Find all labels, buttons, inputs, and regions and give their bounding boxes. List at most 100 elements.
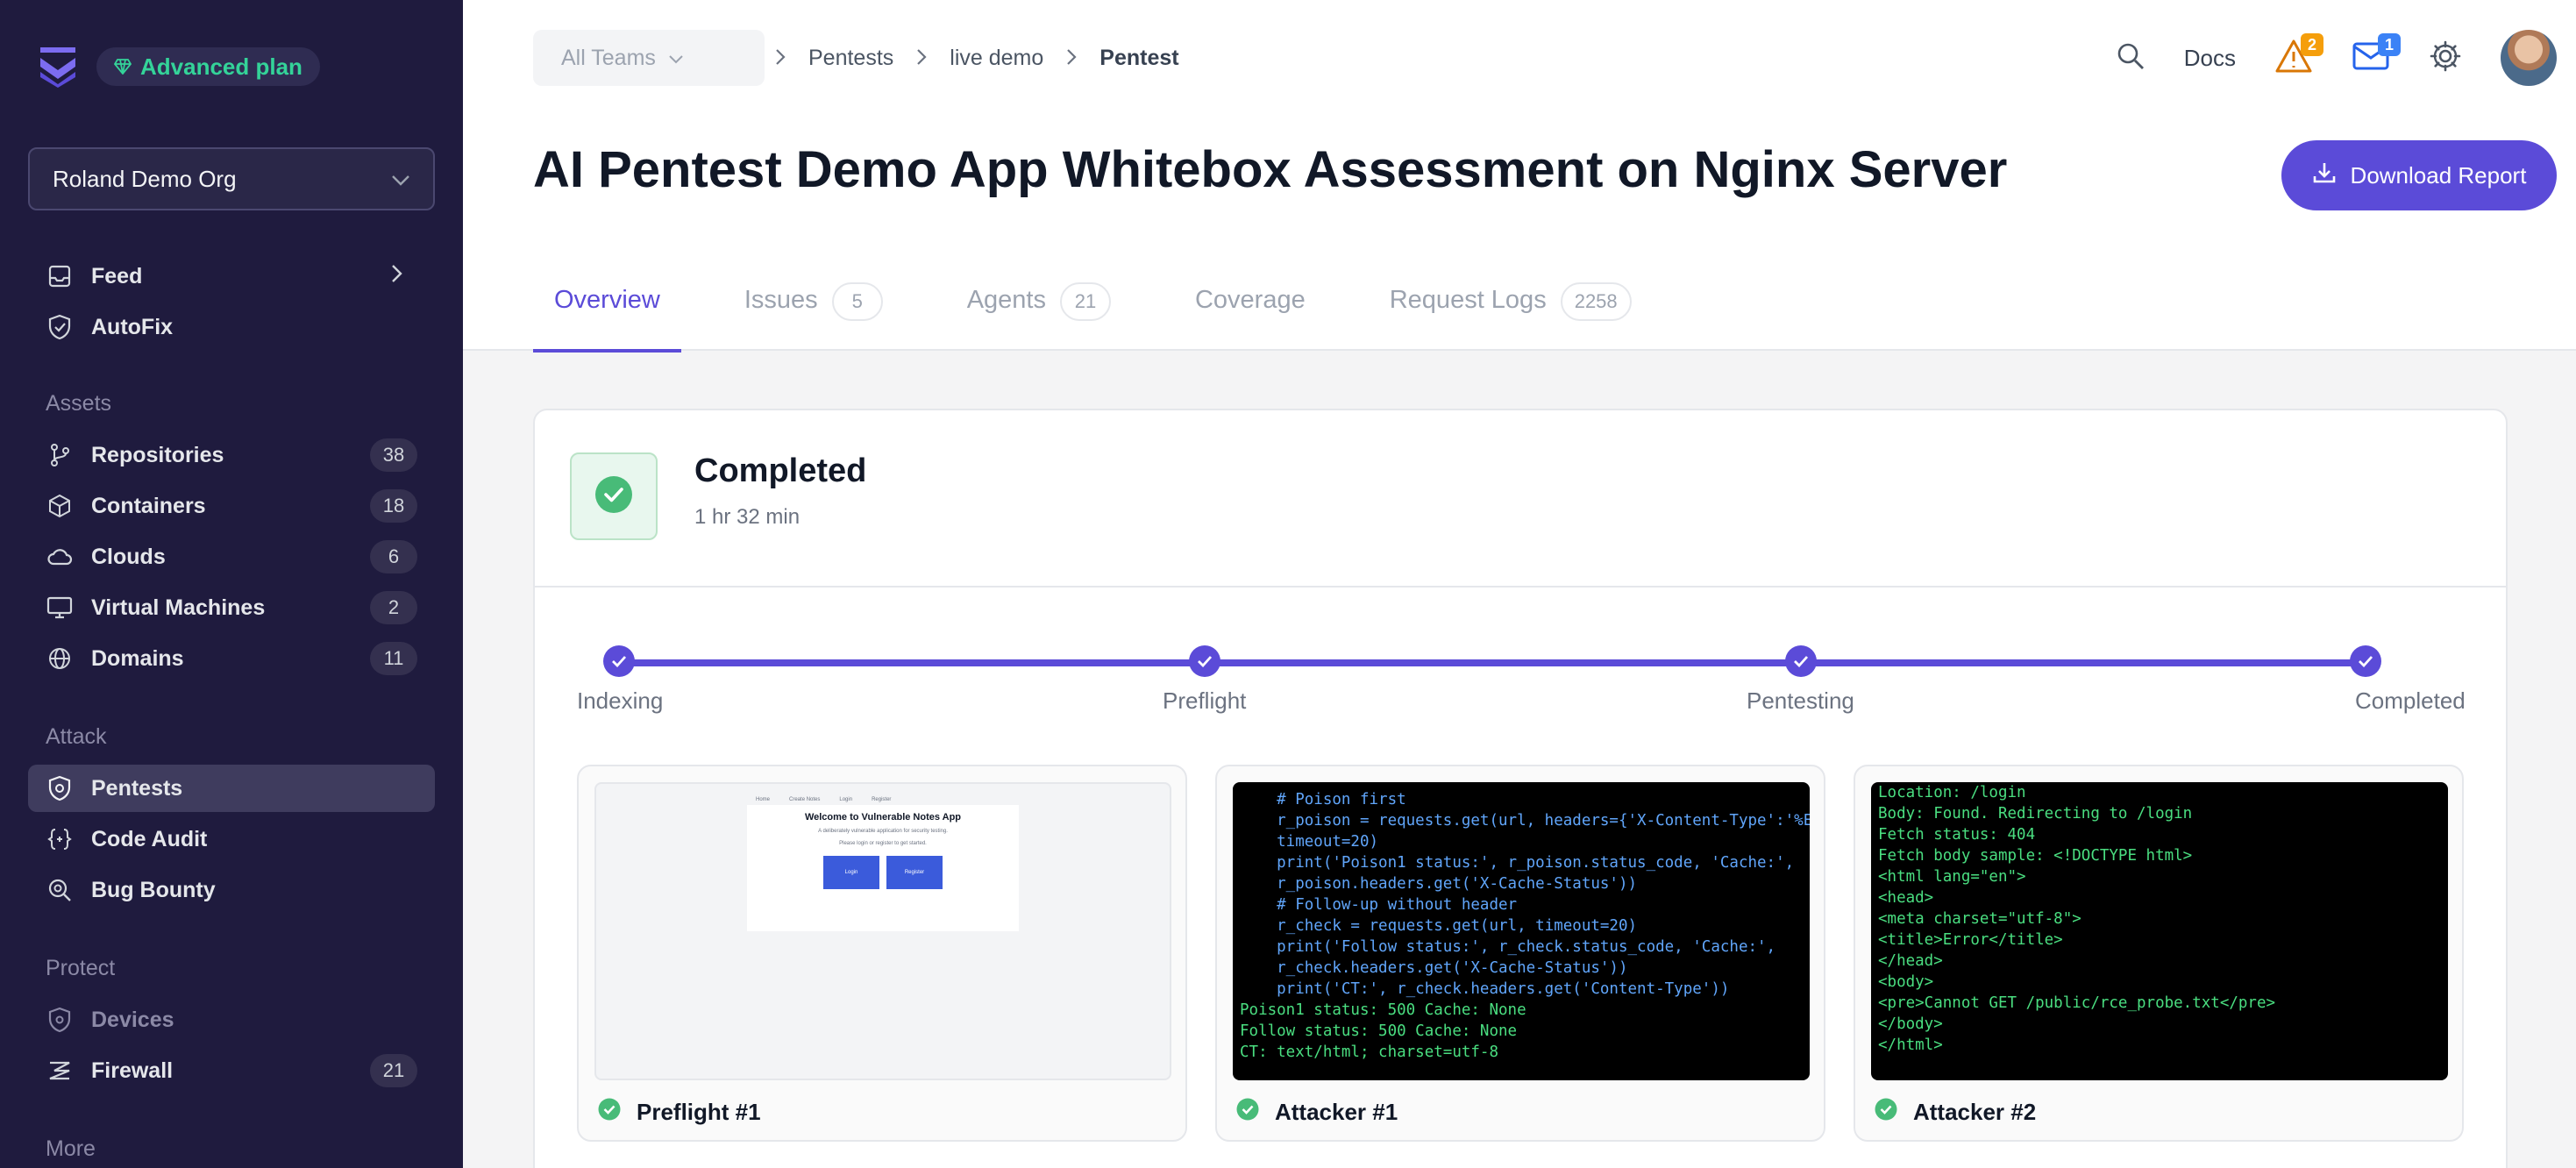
step-label-indexing: Indexing	[577, 687, 664, 714]
sidebar-item-devices[interactable]: Devices	[28, 996, 435, 1043]
preview-nav-item: Home	[756, 797, 771, 802]
messages-count-badge: 1	[2378, 33, 2401, 56]
tab-request-logs[interactable]: Request Logs 2258	[1369, 263, 1653, 351]
sidebar-item-label: Domains	[91, 645, 184, 671]
sidebar-item-containers[interactable]: Containers 18	[28, 482, 435, 530]
box-icon	[46, 492, 74, 520]
terminal-output: # Poison first r_poison = requests.get(u…	[1233, 782, 1810, 1080]
terminal-line: <meta charset="utf-8">	[1878, 910, 2081, 928]
terminal-output: Location: /login Body: Found. Redirecting…	[1871, 782, 2448, 1080]
monitor-icon	[46, 594, 74, 622]
chevron-down-icon	[391, 166, 410, 193]
sidebar: Advanced plan Roland Demo Org Feed AutoF…	[0, 0, 463, 1168]
sidebar-item-clouds[interactable]: Clouds 6	[28, 533, 435, 580]
search-icon[interactable]	[2116, 41, 2145, 75]
cloud-icon	[46, 543, 74, 571]
terminal-line: Location: /login	[1878, 784, 2026, 801]
tab-coverage[interactable]: Coverage	[1174, 263, 1327, 351]
globe-icon	[46, 645, 74, 673]
messages-button[interactable]: 1	[2352, 33, 2401, 77]
terminal-line: # Follow-up without header	[1240, 896, 1518, 914]
org-select[interactable]: Roland Demo Org	[28, 147, 435, 210]
count-badge: 18	[370, 489, 417, 523]
shield-target-icon	[46, 774, 74, 802]
step-dot-preflight	[1189, 645, 1220, 677]
sidebar-item-label: Code Audit	[91, 826, 208, 851]
download-icon	[2312, 160, 2337, 191]
preview-login-button: Login	[823, 856, 879, 889]
step-dot-pentesting	[1785, 645, 1817, 677]
screenshot-label: Attacker #2	[1875, 1098, 2036, 1127]
preview-title: Welcome to Vulnerable Notes App	[804, 812, 962, 823]
preview-nav-item: Create Notes	[789, 797, 821, 802]
shield-check-icon	[46, 313, 74, 341]
sidebar-item-label: Pentests	[91, 775, 183, 801]
chevron-right-icon	[1066, 44, 1077, 72]
terminal-line: <head>	[1878, 889, 1934, 907]
step-label-pentesting: Pentesting	[1747, 687, 1854, 714]
pentest-status-card: Completed 1 hr 32 min Indexing Preflight…	[533, 409, 2508, 1168]
team-select[interactable]: All Teams	[533, 30, 765, 86]
screenshot-card[interactable]: Location: /login Body: Found. Redirecting…	[1854, 765, 2464, 1142]
brand-logo-icon[interactable]	[39, 46, 77, 88]
docs-link[interactable]: Docs	[2184, 45, 2236, 72]
sidebar-item-autofix[interactable]: AutoFix	[28, 303, 435, 351]
download-report-label: Download Report	[2350, 161, 2527, 189]
screenshot-card[interactable]: Home Create Notes Login Register Welcome…	[577, 765, 1187, 1142]
sidebar-item-domains[interactable]: Domains 11	[28, 635, 435, 682]
screenshot-label: Attacker #1	[1236, 1098, 1398, 1127]
sidebar-item-pentests[interactable]: Pentests	[28, 765, 435, 812]
gear-icon[interactable]	[2429, 39, 2462, 77]
count-badge: 2	[370, 591, 417, 624]
terminal-line: </html>	[1878, 1036, 1943, 1054]
tab-issues[interactable]: Issues 5	[723, 263, 904, 351]
inbox-icon	[46, 262, 74, 290]
tab-count-badge: 5	[831, 282, 883, 321]
sidebar-item-bug-bounty[interactable]: Bug Bounty	[28, 866, 435, 914]
chevron-right-icon	[916, 44, 927, 72]
page-title: AI Pentest Demo App Whitebox Assessment …	[533, 141, 2008, 198]
sidebar-item-firewall[interactable]: Firewall 21	[28, 1047, 435, 1094]
chevron-right-icon	[775, 44, 786, 72]
count-badge: 11	[370, 642, 417, 675]
sidebar-item-code-audit[interactable]: Code Audit	[28, 815, 435, 863]
terminal-line: <title>Error</title>	[1878, 931, 2063, 949]
divider	[535, 586, 2506, 588]
sidebar-item-label: Clouds	[91, 544, 166, 569]
sidebar-item-label: AutoFix	[91, 314, 174, 339]
breadcrumb-item-live-demo[interactable]: live demo	[950, 46, 1043, 71]
download-report-button[interactable]: Download Report	[2281, 140, 2557, 210]
chevron-right-icon	[391, 264, 403, 289]
terminal-line: Poison1 status: 500 Cache: None	[1240, 1001, 1526, 1019]
tab-label: Coverage	[1194, 286, 1306, 314]
sidebar-item-feed[interactable]: Feed	[28, 253, 435, 300]
sidebar-header: Advanced plan	[39, 44, 320, 89]
breadcrumb-item-pentests[interactable]: Pentests	[808, 46, 893, 71]
step-dot-indexing	[603, 645, 635, 677]
screenshot-title: Attacker #1	[1275, 1099, 1398, 1125]
sidebar-item-repositories[interactable]: Repositories 38	[28, 431, 435, 479]
tab-label: Issues	[744, 286, 818, 314]
section-label-protect: Protect	[46, 956, 116, 980]
status-duration: 1 hr 32 min	[694, 505, 801, 529]
top-actions: Docs 2 1	[2116, 28, 2557, 88]
terminal-line: r_poison.headers.get('X-Cache-Status'))	[1240, 875, 1638, 893]
sidebar-item-virtual-machines[interactable]: Virtual Machines 2	[28, 584, 435, 631]
check-circle-icon	[1236, 1098, 1259, 1127]
screenshot-card[interactable]: # Poison first r_poison = requests.get(u…	[1215, 765, 1825, 1142]
user-avatar[interactable]	[2501, 30, 2557, 86]
git-branch-icon	[46, 441, 74, 469]
alerts-button[interactable]: 2	[2274, 33, 2323, 77]
plan-badge[interactable]: Advanced plan	[96, 47, 320, 86]
terminal-line: print('Poison1 status:', r_poison.status…	[1240, 854, 1795, 872]
preview-buttons: Login Register	[747, 856, 1019, 889]
tab-overview[interactable]: Overview	[533, 263, 681, 353]
preview-text: A deliberately vulnerable application fo…	[818, 829, 948, 834]
section-label-assets: Assets	[46, 391, 112, 416]
terminal-line: r_poison = requests.get(url, headers={'X…	[1240, 812, 1810, 830]
plan-badge-label: Advanced plan	[140, 53, 302, 80]
tab-label: Request Logs	[1389, 286, 1547, 314]
tab-agents[interactable]: Agents 21	[946, 263, 1132, 351]
page-header: All Teams Pentests live demo Pentest Doc…	[463, 0, 2576, 353]
code-brackets-icon	[46, 825, 74, 853]
